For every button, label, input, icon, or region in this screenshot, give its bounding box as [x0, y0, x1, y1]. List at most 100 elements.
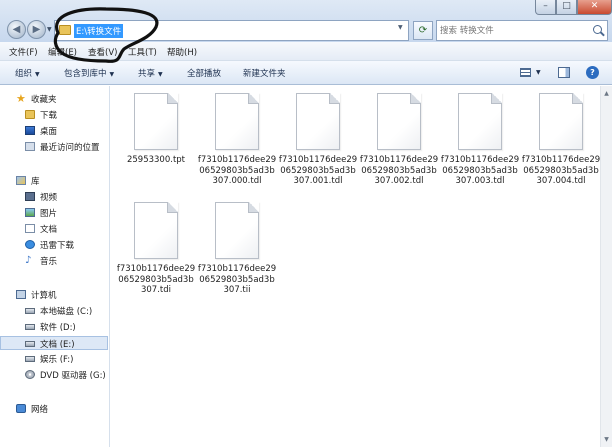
nav-drive-g[interactable]: DVD 驱动器 (G:) [0, 368, 108, 382]
back-arrow-icon: ◀ [12, 24, 21, 35]
forward-button[interactable]: ▶ [27, 20, 46, 39]
file-item[interactable]: 25953300.tpt [116, 93, 196, 166]
menu-help[interactable]: 帮助(H) [167, 46, 197, 58]
maximize-button[interactable]: □ [556, 0, 577, 15]
nav-thunder[interactable]: 迅雷下载 [0, 238, 108, 252]
nav-drive-c[interactable]: 本地磁盘 (C:) [0, 304, 108, 318]
computer-icon [16, 290, 26, 299]
nav-desktop-label: 桌面 [40, 127, 58, 137]
file-item[interactable]: f7310b1176dee2906529803b5ad3b307.004.tdl [521, 93, 601, 187]
nav-drive-f[interactable]: 娱乐 (F:) [0, 352, 108, 366]
minimize-button[interactable]: – [535, 0, 556, 15]
view-options-icon[interactable] [520, 68, 531, 77]
nav-computer[interactable]: 计算机 [0, 288, 108, 302]
command-bar: 组织 ▼ 包含到库中 ▼ 共享 ▼ 全部播放 新建文件夹 ▼ ? [0, 61, 612, 85]
caret-down-icon: ▼ [109, 71, 115, 78]
file-name: f7310b1176dee2906529803b5ad3b307.tdi [116, 264, 196, 295]
nav-documents[interactable]: 文档 [0, 222, 108, 236]
nav-drive-c-label: 本地磁盘 (C:) [40, 307, 93, 317]
file-name: f7310b1176dee2906529803b5ad3b307.001.tdl [278, 155, 358, 186]
minimize-icon: – [543, 1, 548, 11]
address-dropdown[interactable]: ▼ [398, 24, 403, 31]
menu-view[interactable]: 查看(V) [88, 46, 117, 58]
library-icon [16, 176, 26, 185]
refresh-button[interactable]: ⟳ [413, 21, 433, 40]
nav-libraries[interactable]: 库 [0, 174, 108, 188]
file-name: f7310b1176dee2906529803b5ad3b307.000.tdl [197, 155, 277, 186]
nav-libraries-label: 库 [31, 177, 40, 187]
organize-button[interactable]: 组织 ▼ [15, 67, 40, 79]
search-icon[interactable] [593, 25, 602, 34]
document-icon [25, 224, 35, 233]
generic-file-icon [134, 202, 178, 259]
file-item[interactable]: f7310b1176dee2906529803b5ad3b307.003.tdl [440, 93, 520, 187]
scroll-up-icon[interactable]: ▲ [601, 88, 612, 99]
dvd-drive-icon [25, 370, 35, 379]
file-item[interactable]: f7310b1176dee2906529803b5ad3b307.tii [197, 202, 277, 296]
search-input[interactable] [440, 24, 586, 37]
navigation-pane: ★ 收藏夹 下载 桌面 最近访问的位置 库 视频 图片 文档 迅雷下载 ♪ 音乐… [0, 86, 110, 447]
music-icon: ♪ [25, 255, 32, 266]
generic-file-icon [134, 93, 178, 150]
file-item[interactable]: f7310b1176dee2906529803b5ad3b307.002.tdl [359, 93, 439, 187]
nav-music[interactable]: ♪ 音乐 [0, 254, 108, 268]
nav-drive-e[interactable]: 文档 (E:) [0, 336, 108, 350]
nav-drive-e-label: 文档 (E:) [40, 340, 75, 350]
nav-downloads-label: 下载 [40, 111, 58, 121]
menu-file[interactable]: 文件(F) [9, 46, 38, 58]
address-bar-row: ◀ ▶ ▼ E:\转换文件 ▼ ⟳ – □ ✕ [0, 0, 612, 42]
recent-places-icon [25, 142, 35, 151]
generic-file-icon [215, 202, 259, 259]
nav-drive-d[interactable]: 软件 (D:) [0, 320, 108, 334]
nav-desktop[interactable]: 桌面 [0, 124, 108, 138]
slideshow-button[interactable]: 全部播放 [187, 67, 221, 79]
file-name: f7310b1176dee2906529803b5ad3b307.002.tdl [359, 155, 439, 186]
share-button[interactable]: 共享 ▼ [138, 67, 163, 79]
address-path[interactable]: E:\转换文件 [74, 24, 124, 38]
generic-file-icon [539, 93, 583, 150]
video-icon [25, 192, 35, 201]
nav-downloads[interactable]: 下载 [0, 108, 108, 122]
generic-file-icon [215, 93, 259, 150]
nav-favorites-label: 收藏夹 [31, 95, 57, 105]
nav-pictures[interactable]: 图片 [0, 206, 108, 220]
include-in-library-label: 包含到库中 [64, 69, 107, 79]
include-in-library-button[interactable]: 包含到库中 ▼ [64, 67, 114, 79]
maximize-icon: □ [562, 1, 571, 11]
share-label: 共享 [138, 69, 156, 79]
preview-pane-icon[interactable] [558, 67, 570, 78]
forward-arrow-icon: ▶ [32, 24, 41, 35]
hard-drive-icon [25, 324, 35, 330]
nav-videos[interactable]: 视频 [0, 190, 108, 204]
nav-favorites[interactable]: ★ 收藏夹 [0, 92, 108, 106]
nav-drive-g-label: DVD 驱动器 (G:) [40, 371, 106, 381]
nav-thunder-label: 迅雷下载 [40, 241, 75, 251]
file-item[interactable]: f7310b1176dee2906529803b5ad3b307.000.tdl [197, 93, 277, 187]
hard-drive-icon [25, 308, 35, 314]
search-box[interactable] [436, 20, 608, 41]
address-box[interactable]: E:\转换文件 [54, 20, 409, 41]
nav-recent[interactable]: 最近访问的位置 [0, 140, 108, 154]
back-button[interactable]: ◀ [7, 20, 26, 39]
generic-file-icon [458, 93, 502, 150]
new-folder-button[interactable]: 新建文件夹 [243, 67, 286, 79]
file-list: 25953300.tpt f7310b1176dee2906529803b5ad… [111, 86, 600, 447]
help-icon[interactable]: ? [586, 66, 599, 79]
menu-tools[interactable]: 工具(T) [128, 46, 157, 58]
file-item[interactable]: f7310b1176dee2906529803b5ad3b307.001.tdl [278, 93, 358, 187]
close-button[interactable]: ✕ [577, 0, 612, 15]
scroll-down-icon[interactable]: ▼ [601, 434, 612, 445]
hard-drive-icon [25, 341, 35, 347]
recent-pages-dropdown[interactable]: ▼ [47, 26, 52, 33]
file-item[interactable]: f7310b1176dee2906529803b5ad3b307.tdi [116, 202, 196, 296]
menu-edit[interactable]: 编辑(E) [48, 46, 77, 58]
vertical-scrollbar[interactable]: ▲ ▼ [600, 86, 612, 447]
file-name: f7310b1176dee2906529803b5ad3b307.tii [197, 264, 277, 295]
view-caret-icon[interactable]: ▼ [536, 69, 541, 76]
nav-network[interactable]: 网络 [0, 402, 108, 416]
organize-label: 组织 [15, 69, 33, 79]
nav-drive-f-label: 娱乐 (F:) [40, 355, 74, 365]
caret-down-icon: ▼ [35, 71, 40, 78]
picture-icon [25, 208, 35, 217]
close-icon: ✕ [590, 1, 599, 11]
